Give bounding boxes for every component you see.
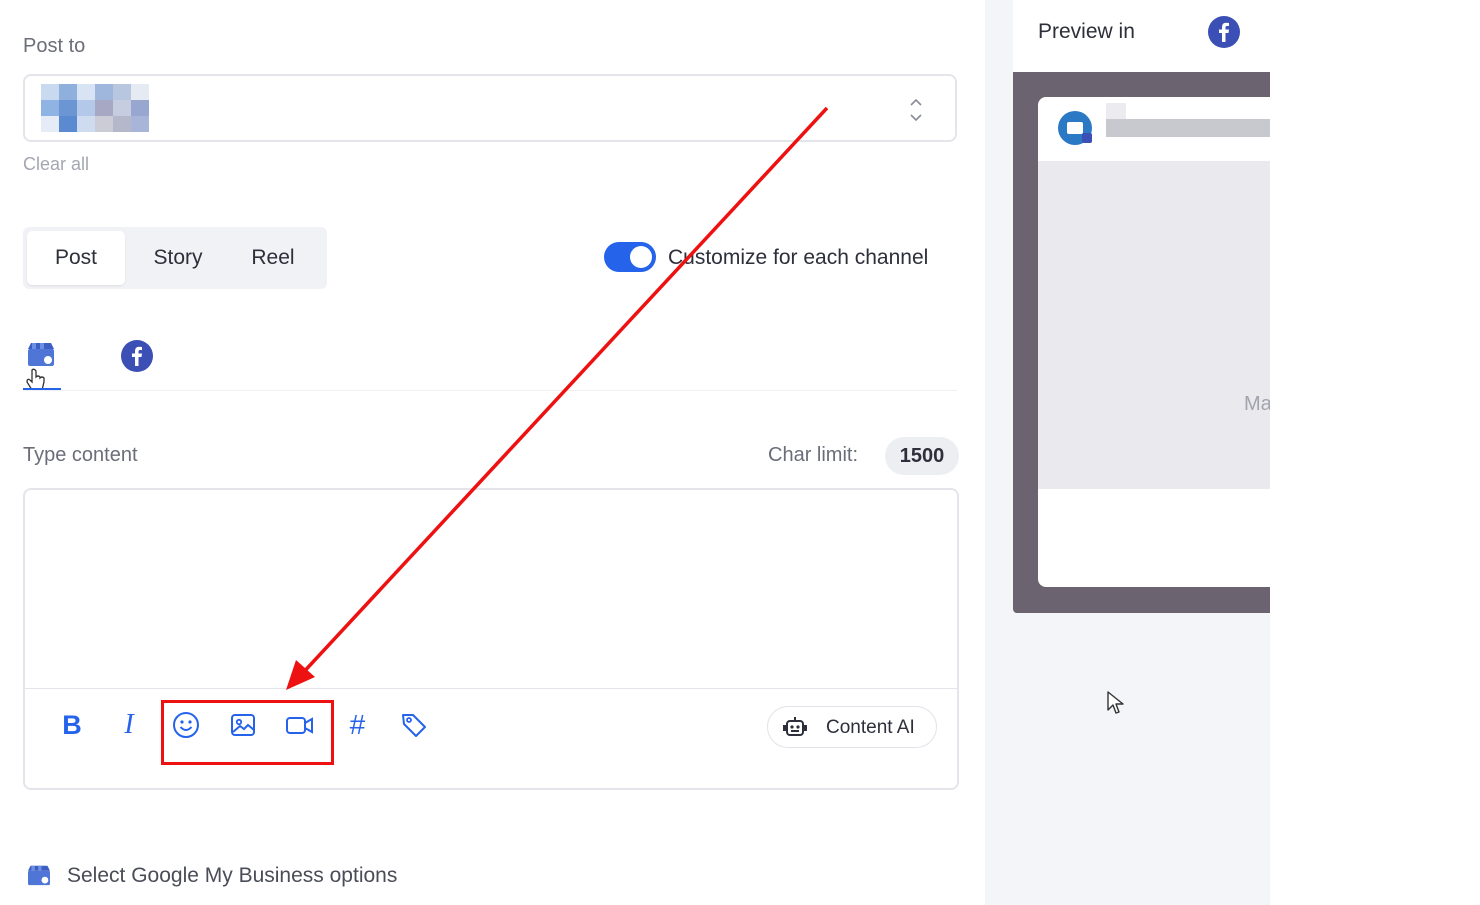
annotation-arrow xyxy=(286,106,829,690)
annotation-highlight-box xyxy=(161,700,334,765)
